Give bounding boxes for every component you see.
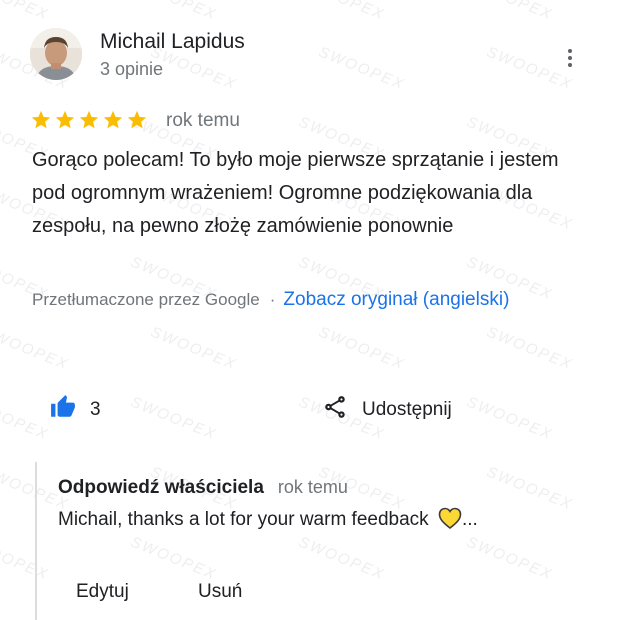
star-icon — [55, 110, 75, 129]
separator-dot: · — [269, 290, 276, 309]
star-icon — [31, 110, 51, 129]
reply-divider — [35, 462, 37, 620]
star-icon — [79, 110, 99, 129]
yellow-heart-icon — [438, 507, 462, 530]
owner-reply-body: Michail, thanks a lot for your warm feed… — [58, 509, 429, 530]
like-button[interactable]: 3 — [50, 394, 101, 425]
translation-info: Przetłumaczone przez Google · Zobacz orygi… — [32, 283, 592, 317]
owner-reply-header: Odpowiedź właściciela rok temu — [58, 477, 348, 499]
more-options-icon[interactable] — [558, 44, 582, 72]
review-card: Michail Lapidus 3 opinie rok temu Gorąco… — [0, 0, 620, 620]
share-icon — [322, 394, 348, 425]
owner-reply-ellipsis: ... — [461, 509, 478, 530]
star-icon — [103, 110, 123, 129]
review-text: Gorąco polecam! To było moje pierwsze sp… — [32, 149, 559, 237]
share-button[interactable]: Udostępnij — [322, 394, 452, 425]
see-original-link[interactable]: Zobacz oryginał (angielski) — [283, 289, 509, 310]
star-icon — [127, 110, 147, 129]
author-name[interactable]: Michail Lapidus — [100, 30, 245, 54]
share-label: Udostępnij — [362, 398, 452, 420]
delete-reply-button[interactable]: Usuń — [198, 581, 242, 603]
owner-reply-text: Michail, thanks a lot for your warm feed… — [58, 506, 478, 534]
star-rating — [30, 109, 148, 131]
thumb-up-icon — [50, 394, 76, 425]
author-review-count: 3 opinie — [100, 59, 164, 79]
owner-reply-title: Odpowiedź właściciela — [58, 477, 264, 498]
owner-reply-date: rok temu — [277, 477, 348, 497]
avatar[interactable] — [30, 28, 82, 80]
like-count: 3 — [90, 398, 101, 420]
translated-by-label: Przetłumaczone przez Google — [32, 290, 260, 309]
review-date: rok temu — [166, 110, 240, 131]
edit-reply-button[interactable]: Edytuj — [76, 581, 129, 603]
